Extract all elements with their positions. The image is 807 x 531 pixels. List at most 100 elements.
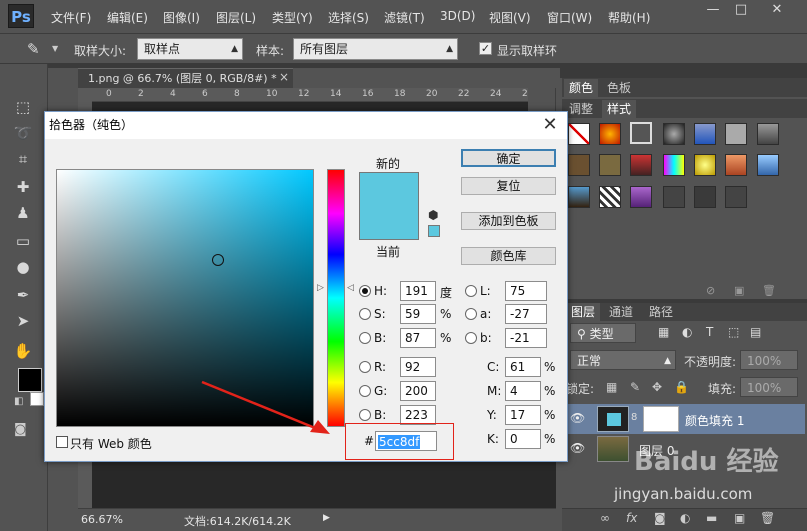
lock-all-icon[interactable]: 🔒 xyxy=(674,380,689,394)
foreground-color-swatch[interactable] xyxy=(18,368,42,392)
new-style-icon[interactable]: ▣ xyxy=(734,284,744,297)
add-mask-icon[interactable]: ◙ xyxy=(654,511,666,525)
style-swatch[interactable] xyxy=(568,154,590,176)
tab-swatches[interactable]: 色板 xyxy=(602,79,636,97)
document-tab-close-icon[interactable]: × xyxy=(279,70,289,84)
green-input[interactable]: 200 xyxy=(400,381,436,401)
background-color-swatch[interactable] xyxy=(30,392,44,406)
out-of-gamut-cube-icon[interactable]: ⬢ xyxy=(428,208,438,222)
path-select-icon[interactable]: ➤ xyxy=(12,310,34,332)
show-ring-checkbox[interactable]: ✓ xyxy=(479,42,492,55)
radio-brightness[interactable] xyxy=(359,332,371,344)
chevron-down-icon[interactable]: ▼ xyxy=(52,44,58,53)
style-swatch[interactable] xyxy=(630,122,652,144)
radio-red[interactable] xyxy=(359,361,371,373)
delete-style-icon[interactable]: 🗑 xyxy=(762,284,776,297)
style-swatch[interactable] xyxy=(663,123,685,145)
style-swatch[interactable] xyxy=(694,123,716,145)
lock-paint-icon[interactable]: ✎ xyxy=(630,380,640,394)
style-swatch[interactable] xyxy=(568,186,590,208)
radio-green[interactable] xyxy=(359,385,371,397)
menu-3d[interactable]: 3D(D) xyxy=(440,9,475,23)
hue-slider-right-arrow-icon[interactable]: ◁ xyxy=(347,283,354,293)
default-colors-icon[interactable]: ◧ xyxy=(14,396,23,407)
fx-icon[interactable]: fx xyxy=(626,511,637,525)
tab-adjustments[interactable]: 调整 xyxy=(564,100,598,118)
lab-l-input[interactable]: 75 xyxy=(505,281,547,301)
yellow-input[interactable]: 17 xyxy=(505,405,541,425)
style-swatch[interactable] xyxy=(599,123,621,145)
crop-tool-icon[interactable]: ⌗ xyxy=(12,148,34,170)
link-layers-icon[interactable]: ∞ xyxy=(600,511,610,525)
style-swatch[interactable] xyxy=(663,154,685,176)
lock-move-icon[interactable]: ✥ xyxy=(652,380,662,394)
blue-input[interactable]: 223 xyxy=(400,405,436,425)
radio-hue[interactable] xyxy=(359,285,371,297)
radio-blue[interactable] xyxy=(359,409,371,421)
visibility-eye-icon[interactable]: 👁 xyxy=(570,441,585,455)
saturation-input[interactable]: 59 xyxy=(400,304,436,324)
layer-name[interactable]: 颜色填充 1 xyxy=(685,412,744,429)
fill-input[interactable]: 100% xyxy=(740,377,798,397)
hand-tool-icon[interactable]: ✋ xyxy=(12,340,34,362)
marquee-tool-icon[interactable]: ⬚ xyxy=(12,96,34,118)
tab-channels[interactable]: 通道 xyxy=(604,303,638,321)
zoom-level[interactable]: 66.67% xyxy=(81,513,123,526)
color-libraries-button[interactable]: 颜色库 xyxy=(461,247,556,265)
style-swatch[interactable] xyxy=(757,123,779,145)
lasso-tool-icon[interactable]: ➰ xyxy=(12,122,34,144)
menu-help[interactable]: 帮助(H) xyxy=(608,9,650,26)
clear-style-icon[interactable]: ⊘ xyxy=(706,284,715,297)
style-swatch[interactable] xyxy=(757,154,779,176)
hue-slider-left-arrow-icon[interactable]: ▷ xyxy=(317,283,324,293)
red-input[interactable]: 92 xyxy=(400,357,436,377)
menu-layer[interactable]: 图层(L) xyxy=(216,9,256,26)
healing-brush-icon[interactable]: ✚ xyxy=(12,176,34,198)
cyan-input[interactable]: 61 xyxy=(505,357,541,377)
tab-paths[interactable]: 路径 xyxy=(644,303,678,321)
document-tab[interactable]: 1.png @ 66.7% (图层 0, RGB/8#) * xyxy=(78,68,293,88)
style-swatch[interactable] xyxy=(725,123,747,145)
color-field-cursor[interactable] xyxy=(212,254,224,266)
filter-adjust-icon[interactable]: ◐ xyxy=(682,325,692,339)
style-swatch[interactable] xyxy=(694,186,716,208)
style-swatch[interactable] xyxy=(663,186,685,208)
tab-styles[interactable]: 样式 xyxy=(602,100,637,118)
adjustment-layer-icon[interactable]: ◐ xyxy=(680,511,690,525)
blend-mode-dropdown[interactable]: 正常 ▲ xyxy=(570,350,676,370)
eyedropper-icon[interactable]: ✎ xyxy=(27,40,40,58)
delete-layer-icon[interactable]: 🗑 xyxy=(760,511,775,525)
menu-select[interactable]: 选择(S) xyxy=(328,9,369,26)
status-menu-arrow-icon[interactable]: ▶ xyxy=(323,513,330,523)
style-swatch[interactable] xyxy=(630,154,652,176)
menu-window[interactable]: 窗口(W) xyxy=(547,9,592,26)
tab-color[interactable]: 颜色 xyxy=(564,79,599,97)
lab-b-input[interactable]: -21 xyxy=(505,328,547,348)
new-layer-icon[interactable]: ▣ xyxy=(734,511,745,525)
layer-filter-dropdown[interactable]: ⚲ 类型 xyxy=(570,323,636,343)
style-swatch[interactable] xyxy=(599,186,621,208)
opacity-input[interactable]: 100% xyxy=(740,350,798,370)
menu-filter[interactable]: 滤镜(T) xyxy=(384,9,425,26)
blur-tool-icon[interactable]: ● xyxy=(12,256,34,278)
reset-button[interactable]: 复位 xyxy=(461,177,556,195)
dialog-close-icon[interactable]: ✕ xyxy=(539,114,561,136)
style-swatch[interactable] xyxy=(725,186,747,208)
new-group-icon[interactable]: ▬ xyxy=(706,511,717,525)
hue-input[interactable]: 191 xyxy=(400,281,436,301)
radio-saturation[interactable] xyxy=(359,308,371,320)
filter-pixel-icon[interactable]: ▦ xyxy=(658,325,669,339)
tab-layers[interactable]: 图层 xyxy=(566,303,601,321)
only-web-colors-checkbox[interactable] xyxy=(56,436,68,448)
maximize-button[interactable]: □ xyxy=(728,0,754,20)
filter-type-icon[interactable]: T xyxy=(706,325,713,339)
radio-lab-a[interactable] xyxy=(465,308,477,320)
ok-button[interactable]: 确定 xyxy=(461,149,556,167)
pen-tool-icon[interactable]: ✒ xyxy=(12,284,34,306)
style-swatch[interactable] xyxy=(599,154,621,176)
stamp-tool-icon[interactable]: ♟ xyxy=(12,202,34,224)
brightness-input[interactable]: 87 xyxy=(400,328,436,348)
menu-file[interactable]: 文件(F) xyxy=(51,9,91,26)
black-input[interactable]: 0 xyxy=(505,429,541,449)
quick-mask-icon[interactable]: ◙ xyxy=(14,422,27,437)
